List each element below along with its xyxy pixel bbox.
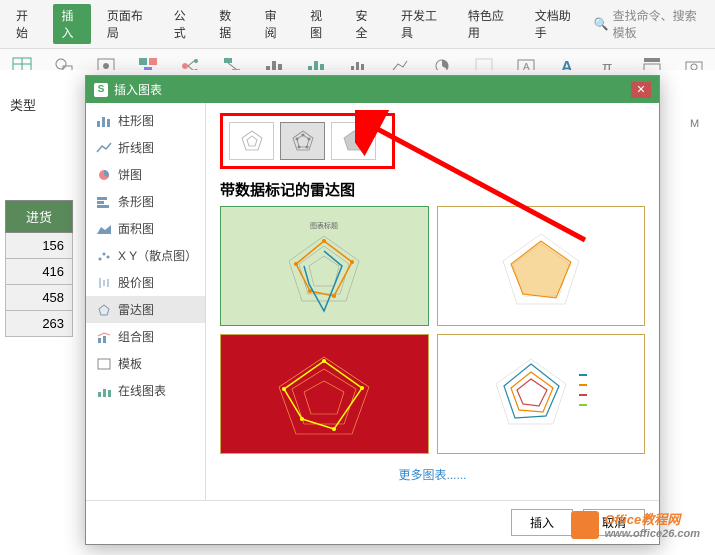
radar-subtypes [220,113,395,169]
chart-type-template[interactable]: 模板 [86,350,205,377]
cell-label: 类型 [10,95,36,114]
radar-chart-icon [96,303,112,317]
col-m: M [690,118,699,130]
tab-data[interactable]: 数据 [211,4,248,44]
watermark-title: Office教程网 [605,509,700,528]
watermark-icon [571,511,599,539]
preview-title: 带数据标记的雷达图 [220,179,645,200]
bar-chart-icon [96,195,112,209]
radar-subtype-3[interactable] [331,122,376,160]
area-chart-icon [96,222,112,236]
search-box[interactable]: 🔍 查找命令、搜索模板 [594,7,707,41]
insert-button[interactable]: 插入 [511,509,573,536]
online-chart-icon [96,384,112,398]
tab-view[interactable]: 视图 [302,4,339,44]
chart-type-online[interactable]: 在线图表 [86,377,205,404]
tab-start[interactable]: 开始 [8,4,45,44]
more-charts-link[interactable]: 更多图表...... [220,466,645,483]
chart-type-pie[interactable]: 饼图 [86,161,205,188]
data-cell[interactable]: 458 [5,285,73,311]
tab-formula[interactable]: 公式 [166,4,203,44]
ribbon-tabs: 开始 插入 页面布局 公式 数据 审阅 视图 安全 开发工具 特色应用 文档助手… [0,0,715,49]
tab-review[interactable]: 审阅 [257,4,294,44]
watermark: Office教程网 www.office26.com [571,509,700,540]
tab-devtools[interactable]: 开发工具 [393,4,452,44]
radar-subtype-2[interactable] [280,122,325,160]
chart-type-line[interactable]: 折线图 [86,134,205,161]
app-icon: S [94,83,108,97]
chart-type-stock[interactable]: 股价图 [86,269,205,296]
stock-chart-icon [96,276,112,290]
tab-insert[interactable]: 插入 [53,4,90,44]
template-icon [96,357,112,371]
pie-chart-icon [96,168,112,182]
chart-type-bar[interactable]: 条形图 [86,188,205,215]
template-2[interactable] [437,206,646,326]
watermark-url: www.office26.com [605,528,700,540]
template-4[interactable] [437,334,646,454]
data-cell[interactable]: 416 [5,259,73,285]
template-1[interactable]: 图表标题 [220,206,429,326]
scatter-chart-icon [96,249,112,263]
insert-chart-dialog: S 插入图表 ✕ 柱形图 折线图 饼图 条形图 面积图 X Y（散点图） 股价图… [85,75,660,545]
preview-area: 带数据标记的雷达图 图表标题 更多图表...... [206,103,659,500]
chart-type-list: 柱形图 折线图 饼图 条形图 面积图 X Y（散点图） 股价图 雷达图 组合图 … [86,103,206,500]
data-cell[interactable]: 263 [5,311,73,337]
chart-type-radar[interactable]: 雷达图 [86,296,205,323]
radar-subtype-1[interactable] [229,122,274,160]
template-3[interactable] [220,334,429,454]
svg-text:图表标题: 图表标题 [310,221,338,230]
column-chart-icon [96,114,112,128]
line-chart-icon [96,141,112,155]
close-button[interactable]: ✕ [631,82,651,98]
tab-layout[interactable]: 页面布局 [99,4,158,44]
chart-type-area[interactable]: 面积图 [86,215,205,242]
search-icon: 🔍 [594,17,609,31]
template-grid: 图表标题 [220,206,645,454]
combo-chart-icon [96,330,112,344]
dialog-title-text: 插入图表 [114,81,162,98]
tab-special[interactable]: 特色应用 [460,4,519,44]
tab-dochelper[interactable]: 文档助手 [527,4,586,44]
data-cell[interactable]: 156 [5,233,73,259]
chart-type-combo[interactable]: 组合图 [86,323,205,350]
dialog-titlebar: S 插入图表 ✕ [86,76,659,103]
chart-type-column[interactable]: 柱形图 [86,107,205,134]
search-placeholder: 查找命令、搜索模板 [613,7,707,41]
chart-type-scatter[interactable]: X Y（散点图） [86,242,205,269]
data-column: 进货 156 416 458 263 [5,200,73,337]
tab-security[interactable]: 安全 [348,4,385,44]
data-header[interactable]: 进货 [5,200,73,233]
